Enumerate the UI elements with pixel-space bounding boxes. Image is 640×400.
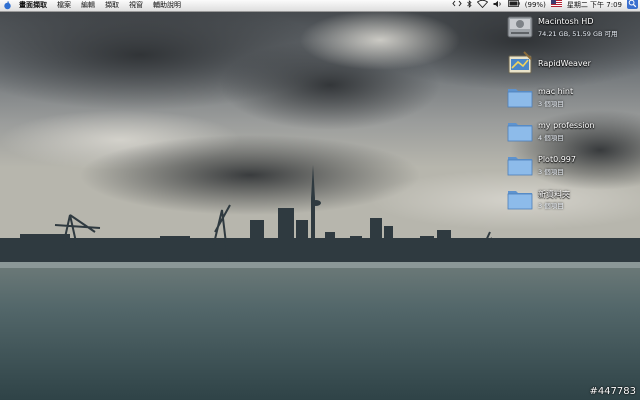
- apple-icon[interactable]: [0, 0, 14, 11]
- desktop-item-rapidweaver[interactable]: RapidWeaver: [506, 50, 636, 80]
- menu-window[interactable]: 視窗: [124, 0, 148, 11]
- folder-icon: [506, 84, 534, 110]
- menubar-clock[interactable]: 星期二 下午 7:09: [567, 0, 622, 11]
- desktop-item-name: my profession: [538, 121, 595, 130]
- desktop-item-my-profession[interactable]: my profession 4 個項目: [506, 118, 636, 148]
- desktop-item-mac-hint[interactable]: mac hint 3 個項目: [506, 84, 636, 114]
- menu-extras: (99%) 星期二 下午 7:09: [447, 0, 640, 11]
- battery-icon[interactable]: [507, 0, 520, 11]
- menu-file[interactable]: 檔案: [52, 0, 76, 11]
- volume-icon[interactable]: [493, 0, 503, 12]
- folder-icon: [506, 152, 534, 178]
- battery-percent: (99%): [524, 1, 546, 9]
- menu-capture[interactable]: 擷取: [100, 0, 124, 11]
- desktop-item-info: 3 個項目: [538, 202, 564, 210]
- app-menu[interactable]: 畫面擷取: [14, 0, 52, 11]
- desktop-item-info: 4 個項目: [538, 134, 564, 142]
- desktop-item-info: 74.21 GB, 51.59 GB 可用: [538, 30, 618, 38]
- desktop-item-name: RapidWeaver: [538, 59, 591, 68]
- desktop-item-new-folder[interactable]: 新資料夾 3 個項目: [506, 186, 636, 216]
- menu-edit[interactable]: 編輯: [76, 0, 100, 11]
- image-id-watermark: #447783: [589, 386, 636, 397]
- desktop-item-name: mac hint: [538, 87, 574, 96]
- desktop-item-info: 3 個項目: [538, 100, 564, 108]
- hard-drive-icon: [506, 14, 534, 40]
- desktop-item-name: 新資料夾: [538, 190, 570, 199]
- folder-icon: [506, 186, 534, 212]
- spotlight-icon[interactable]: [627, 0, 638, 13]
- desktop-item-info: 3 個項目: [538, 168, 564, 176]
- script-icon[interactable]: [452, 0, 462, 11]
- flag-icon[interactable]: [550, 0, 562, 11]
- desktop-item-plot[interactable]: Plot0.997 3 個項目: [506, 152, 636, 182]
- app-icon: [506, 50, 534, 76]
- folder-icon: [506, 118, 534, 144]
- desktop-item-name: Macintosh HD: [538, 17, 594, 26]
- menu-bar: 畫面擷取 檔案 編輯 擷取 視窗 輔助說明 (99%) 星期二 下午 7:09: [0, 0, 640, 12]
- desktop-item-name: Plot0.997: [538, 155, 576, 164]
- menu-help[interactable]: 輔助說明: [148, 0, 186, 11]
- wifi-icon[interactable]: [476, 0, 488, 12]
- bluetooth-icon[interactable]: [467, 0, 472, 12]
- desktop-item-macintosh-hd[interactable]: Macintosh HD 74.21 GB, 51.59 GB 可用: [506, 14, 636, 44]
